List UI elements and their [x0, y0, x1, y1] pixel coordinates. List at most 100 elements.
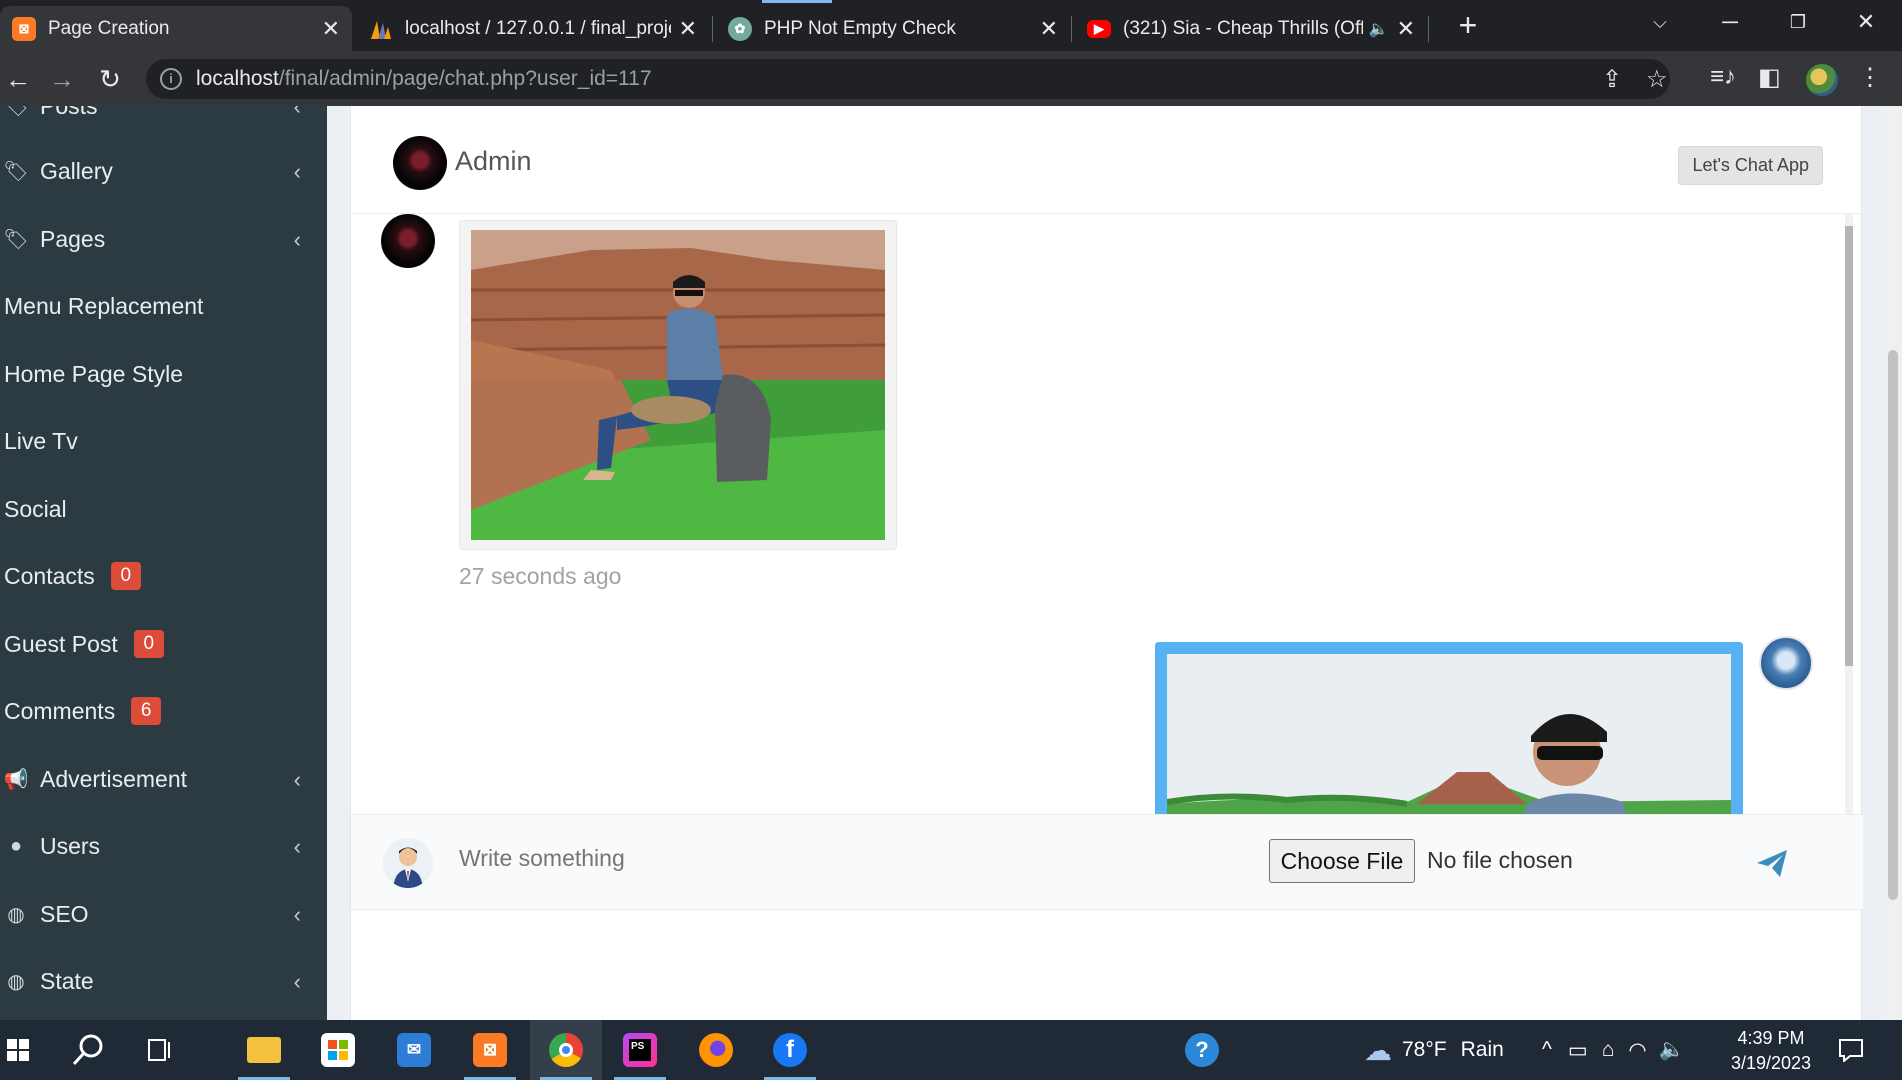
address-bar[interactable]: i localhost/final/admin/page/chat.php?us… — [146, 59, 1670, 99]
chevron-left-icon: ‹ — [293, 106, 301, 119]
sidebar-item-users[interactable]: ● Users ‹ — [0, 818, 327, 874]
sidebar-item-contacts[interactable]: Contacts 0 — [0, 548, 327, 604]
device-icon[interactable]: ⌂ — [1602, 1038, 1615, 1062]
facebook-icon[interactable]: f — [754, 1020, 826, 1080]
admin-avatar — [393, 136, 447, 190]
chatgpt-icon: ✿ — [728, 16, 752, 41]
media-control-icon[interactable]: ≡♪ — [1710, 63, 1736, 91]
file-explorer-icon[interactable] — [228, 1020, 300, 1080]
globe-icon: ◍ — [7, 903, 25, 926]
page-scrollbar[interactable] — [1884, 106, 1902, 1020]
tab-title: (321) Sia - Cheap Thrills (Offi — [1123, 17, 1363, 39]
sidebar-item-guest-post[interactable]: Guest Post 0 — [0, 616, 327, 672]
task-view-icon[interactable] — [124, 1020, 196, 1080]
clock-date: 3/19/2023 — [1730, 1053, 1812, 1073]
lets-chat-app-button[interactable]: Let's Chat App — [1678, 146, 1823, 185]
back-icon[interactable]: ← — [0, 61, 36, 97]
close-tab-icon[interactable]: ✕ — [1040, 16, 1058, 42]
chevron-left-icon: ‹ — [293, 969, 301, 994]
xampp-icon[interactable]: ⊠ — [454, 1020, 526, 1080]
minimize-button[interactable]: ─ — [1702, 4, 1758, 40]
sidebar-item-home-page-style[interactable]: Home Page Style — [0, 346, 327, 402]
tab-php-not-empty-check[interactable]: ✿ PHP Not Empty Check ✕ — [716, 6, 1070, 51]
forward-icon[interactable]: → — [44, 61, 80, 97]
phpmyadmin-icon — [369, 17, 393, 41]
chevron-left-icon: ‹ — [293, 767, 301, 792]
sidebar-item-social[interactable]: Social — [0, 481, 327, 537]
bookmark-star-icon[interactable]: ☆ — [1646, 65, 1668, 94]
windows-start-icon[interactable] — [0, 1020, 36, 1080]
phpstorm-icon[interactable]: PS — [604, 1020, 676, 1080]
tab-title: Page Creation — [48, 17, 170, 39]
sidebar-item-comments[interactable]: Comments 6 — [0, 683, 327, 739]
clock-time: 4:39 PM — [1737, 1028, 1805, 1048]
count-badge: 0 — [133, 630, 164, 658]
send-icon[interactable] — [1753, 843, 1793, 883]
tag-icon: 🏷 — [3, 228, 29, 251]
count-badge: 0 — [110, 562, 141, 590]
chevron-left-icon: ‹ — [293, 834, 301, 859]
share-icon[interactable]: ⇪ — [1602, 65, 1622, 94]
taskbar-clock[interactable]: 4:39 PM 3/19/2023 — [1718, 1026, 1824, 1076]
message-timestamp: 27 seconds ago — [459, 563, 622, 589]
sender-avatar — [381, 214, 435, 268]
message-scrollbar-thumb[interactable] — [1845, 226, 1853, 666]
notification-icon[interactable] — [1838, 1020, 1864, 1080]
firefox-icon[interactable] — [680, 1020, 752, 1080]
tab-youtube[interactable]: ▶ (321) Sia - Cheap Thrills (Offi 🔈 ✕ — [1075, 6, 1427, 51]
main-content: Admin Let's Chat App 27 seconds ago Writ… — [327, 106, 1902, 1020]
speaker-icon[interactable]: 🔈 — [1369, 19, 1389, 39]
battery-icon[interactable]: ▭ — [1568, 1038, 1588, 1063]
chevron-up-icon[interactable]: ^ — [1542, 1038, 1552, 1062]
chevron-left-icon: ‹ — [293, 902, 301, 927]
close-tab-icon[interactable]: ✕ — [322, 16, 340, 42]
file-status-text: No file chosen — [1427, 847, 1573, 873]
message-image-sent[interactable] — [1155, 642, 1743, 814]
tab-page-creation[interactable]: ⊠ Page Creation ✕ — [0, 6, 352, 51]
reload-icon[interactable]: ↻ — [92, 61, 128, 97]
tab-phpmyadmin[interactable]: localhost / 127.0.0.1 / final_projec ✕ — [357, 6, 709, 51]
close-tab-icon[interactable]: ✕ — [679, 16, 697, 42]
sidebar-item-pages[interactable]: 🏷 Pages ‹ — [0, 211, 327, 267]
close-tab-icon[interactable]: ✕ — [1397, 16, 1415, 42]
tag-icon: 🏷 — [3, 106, 29, 118]
tab-title: localhost / 127.0.0.1 / final_projec — [405, 17, 671, 39]
side-panel-icon[interactable]: ◧ — [1758, 63, 1781, 92]
mail-icon[interactable]: ✉ — [378, 1020, 450, 1080]
weather-widget[interactable]: ☁ 78°F Rain — [1364, 1020, 1504, 1080]
sidebar-item-posts[interactable]: 🏷 Posts ‹ — [0, 106, 327, 134]
chrome-icon[interactable] — [530, 1020, 602, 1080]
site-info-icon[interactable]: i — [160, 68, 182, 90]
sidebar-item-gallery[interactable]: 🏷 Gallery ‹ — [0, 143, 327, 199]
menu-kebab-icon[interactable]: ⋮ — [1858, 63, 1882, 92]
youtube-icon: ▶ — [1087, 19, 1111, 38]
sidebar-item-seo[interactable]: ◍ SEO ‹ — [0, 886, 327, 942]
message-list[interactable]: 27 seconds ago — [351, 214, 1863, 814]
wifi-icon[interactable]: ◠ — [1628, 1038, 1646, 1063]
search-icon[interactable] — [52, 1020, 124, 1080]
restore-button[interactable]: ❐ — [1770, 4, 1826, 40]
browser-tab-strip: ⊠ Page Creation ✕ localhost / 127.0.0.1 … — [0, 0, 1902, 51]
sidebar-item-advertisement[interactable]: 📢 Advertisement ‹ — [0, 751, 327, 807]
message-image[interactable] — [459, 220, 897, 550]
page-scrollbar-thumb[interactable] — [1888, 350, 1898, 900]
close-window-button[interactable]: ✕ — [1838, 4, 1894, 40]
tab-separator — [1071, 16, 1072, 42]
bullhorn-icon: 📢 — [3, 768, 29, 791]
microsoft-store-icon[interactable] — [302, 1020, 374, 1080]
xampp-icon: ⊠ — [12, 16, 36, 41]
volume-icon[interactable]: 🔈 — [1659, 1038, 1685, 1062]
choose-file-button[interactable]: Choose File — [1269, 839, 1415, 883]
url-text[interactable]: localhost/final/admin/page/chat.php?user… — [196, 67, 652, 91]
tab-search-icon[interactable]: ⌵ — [1632, 4, 1688, 40]
sidebar-item-menu-replacement[interactable]: Menu Replacement — [0, 278, 327, 334]
message-input[interactable] — [459, 845, 1019, 872]
help-icon[interactable]: ? — [1166, 1020, 1238, 1080]
tab-title: PHP Not Empty Check — [764, 17, 956, 39]
sidebar-item-state[interactable]: ◍ State ‹ — [0, 953, 327, 1009]
admin-sidebar: 🏷 Posts ‹ 🏷 Gallery ‹ 🏷 Pages ‹ Menu Rep… — [0, 106, 327, 1020]
new-tab-button[interactable]: + — [1448, 6, 1488, 46]
cloud-rain-icon: ☁ — [1364, 1034, 1392, 1066]
sidebar-item-live-tv[interactable]: Live Tv — [0, 413, 327, 469]
profile-avatar[interactable] — [1806, 64, 1838, 96]
